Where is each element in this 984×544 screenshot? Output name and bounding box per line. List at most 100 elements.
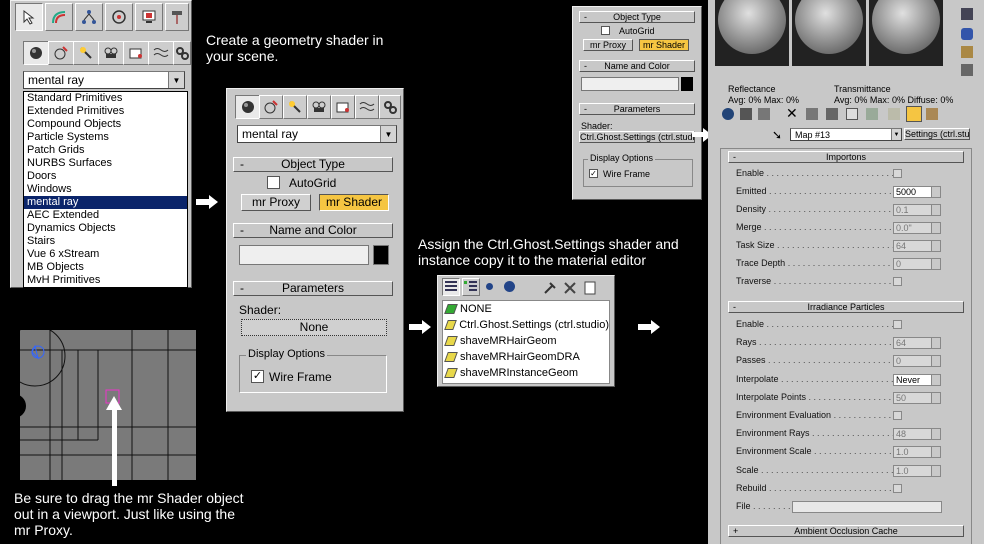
category-dropdown[interactable]: mental ray ▼ [23,71,185,89]
make-unique-icon[interactable] [806,108,818,120]
param-spinner[interactable]: 0.1 [893,204,941,216]
wire-frame-checkbox[interactable]: ✓ [251,370,264,383]
effects-channel-icon[interactable] [846,108,858,120]
backlight-icon[interactable] [961,28,973,40]
name-color-rollout[interactable]: - Name and Color [233,223,393,238]
shader-none-button[interactable]: None [241,319,387,336]
category-item[interactable]: Windows [24,183,187,196]
param-dropdown[interactable]: Never [893,373,941,386]
param-checkbox[interactable] [893,411,902,420]
map-name-dropdown[interactable]: Map #13 ▼ [790,128,902,141]
reset-map-icon[interactable]: ✕ [786,106,798,120]
go-forward-icon[interactable] [926,108,938,120]
lights-button[interactable] [73,41,99,65]
shapes-button[interactable] [48,41,74,65]
systems-button[interactable] [173,41,191,65]
sample-slot-3[interactable] [869,0,943,66]
show-end-result-icon[interactable] [888,108,900,120]
shader-list-item[interactable]: shaveMRInstanceGeom [443,365,609,381]
hierarchy-tab[interactable] [75,3,103,31]
sample-slot-1[interactable] [715,0,789,66]
systems-button-2[interactable] [379,95,401,119]
small-name-color-rollout[interactable]: - Name and Color [579,60,695,72]
param-spinner[interactable]: 1.0 [893,464,941,477]
assign-to-selection-icon[interactable] [758,108,770,120]
category-item[interactable]: Stairs [24,235,187,248]
geometry-button[interactable] [23,41,49,65]
param-spinner[interactable]: 0 [893,258,941,270]
chevron-down-icon[interactable]: ▼ [168,72,184,88]
parameters-rollout[interactable]: - Parameters [233,281,393,296]
shader-list-item[interactable]: Ctrl.Ghost.Settings (ctrl.studio) [443,317,609,333]
view-list-button[interactable] [442,278,460,296]
autogrid-checkbox[interactable] [267,176,280,189]
geometry-button-2[interactable] [235,95,261,119]
spacewarps-button-2[interactable] [355,95,379,119]
param-checkbox[interactable] [893,277,902,286]
param-spinner[interactable]: 0.0" [893,222,941,234]
category-dropdown-2[interactable]: mental ray ▼ [237,125,397,143]
display-tab[interactable] [135,3,163,31]
helpers-button-2[interactable] [331,95,355,119]
object-type-rollout[interactable]: - Object Type [233,157,393,172]
small-name-field[interactable] [581,77,679,91]
put-to-library-icon[interactable] [826,108,838,120]
category-item[interactable]: Standard Primitives [24,92,187,105]
importons-rollout[interactable]: - Importons [728,151,964,163]
chevron-down-icon[interactable]: ▼ [891,129,901,140]
small-mr-proxy-button[interactable]: mr Proxy [583,39,633,51]
category-list[interactable]: Standard Primitives Extended Primitives Co… [23,91,188,288]
utilities-tab[interactable] [165,3,189,31]
large-icons-icon[interactable] [504,281,515,292]
lights-button-2[interactable] [283,95,307,119]
category-item[interactable]: Vue 6 xStream [24,248,187,261]
shader-list-item[interactable]: shaveMRHairGeom [443,333,609,349]
go-to-parent-icon[interactable] [906,106,922,122]
sample-slot-2[interactable] [792,0,866,66]
cameras-button[interactable] [98,41,124,65]
small-parameters-rollout[interactable]: - Parameters [579,103,695,115]
spacewarps-button[interactable] [148,41,174,65]
param-spinner[interactable]: 64 [893,337,941,350]
background-icon[interactable] [961,46,973,58]
object-color-swatch[interactable] [373,245,389,265]
category-item[interactable]: AEC Extended [24,209,187,222]
param-spinner[interactable]: 64 [893,240,941,252]
small-wire-checkbox[interactable]: ✓ [589,169,598,178]
category-item[interactable]: Dynamics Objects [24,222,187,235]
small-autogrid-checkbox[interactable] [601,26,610,35]
uv-tiling-icon[interactable] [961,64,973,76]
param-spinner[interactable]: 0 [893,355,941,368]
category-item[interactable]: mental ray [24,196,187,209]
show-map-icon[interactable] [866,108,878,120]
category-item[interactable]: Doors [24,170,187,183]
category-item[interactable]: NURBS Surfaces [24,157,187,170]
small-icons-icon[interactable] [486,283,493,290]
category-item[interactable]: MvH Primitives [24,274,187,287]
clear-icon[interactable] [582,280,598,296]
param-checkbox[interactable] [893,483,902,493]
mr-shader-button[interactable]: mr Shader [319,194,389,211]
param-spinner[interactable]: 50 [893,391,941,404]
small-shader-button[interactable]: Ctrl.Ghost.Settings (ctrl.studio) ] [579,131,695,143]
mr-proxy-button[interactable]: mr Proxy [241,194,311,211]
update-scene-icon[interactable] [542,280,558,296]
param-spinner[interactable]: 1.0 [893,446,941,459]
delete-icon[interactable] [562,280,578,296]
modify-tab[interactable] [45,3,73,31]
motion-tab[interactable] [105,3,133,31]
param-checkbox[interactable] [893,169,902,178]
param-checkbox[interactable] [893,320,902,329]
map-type-button[interactable]: Settings (ctrl.studio) [904,128,970,140]
category-item[interactable]: Compound Objects [24,118,187,131]
view-list-icons-button[interactable] [462,278,480,296]
shapes-button-2[interactable] [259,95,283,119]
small-object-type-rollout[interactable]: - Object Type [579,11,695,23]
chevron-down-icon[interactable]: ▼ [380,126,396,142]
cameras-button-2[interactable] [307,95,331,119]
shader-list-item[interactable]: NONE [443,301,609,317]
param-spinner[interactable]: 48 [893,428,941,441]
helpers-button[interactable] [123,41,149,65]
param-file-field[interactable] [792,501,942,513]
shader-list-item[interactable]: shaveMRHairGeomDRA [443,349,609,365]
